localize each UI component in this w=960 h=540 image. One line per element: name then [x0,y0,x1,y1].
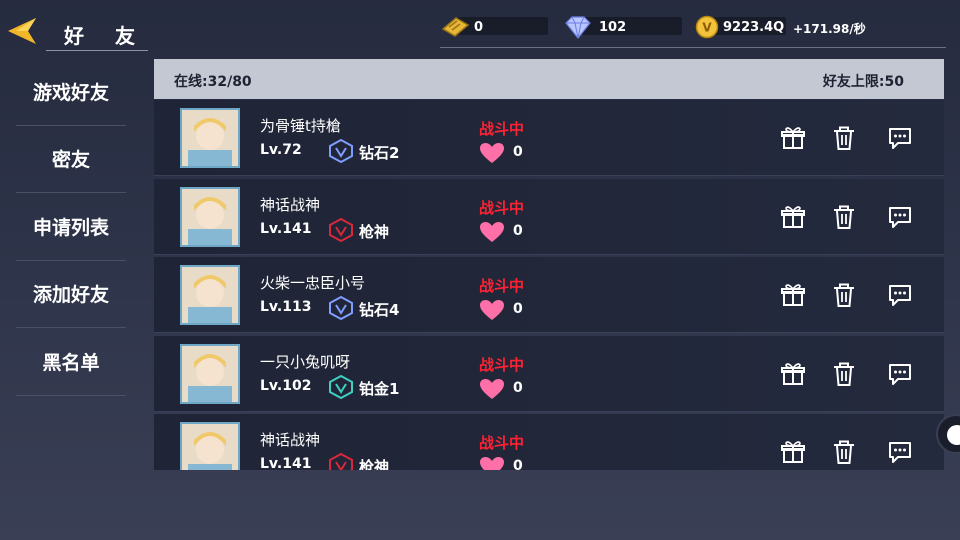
friend-name: 一只小兔叽呀 [260,352,351,371]
diamond-resource[interactable]: 102 [563,14,626,40]
chat-message-icon[interactable] [887,439,913,465]
friend-name: 火柴一忠臣小号 [260,274,366,292]
title-divider [46,50,148,51]
gold-ticket-value: 0 [474,19,484,35]
online-count: 在线:32/80 [174,74,252,90]
toggle-knob [947,425,960,445]
friend-status: 战斗中 [479,355,525,374]
gift-icon[interactable] [780,204,806,230]
gift-icon[interactable] [780,439,806,465]
heart-count: 0 [513,222,523,239]
friend-name: 神话战神 [260,431,321,449]
friend-avatar[interactable] [180,422,240,470]
chat-message-icon[interactable] [887,361,913,387]
friend-rank: 枪神 [359,458,390,470]
heart-icon [480,457,504,470]
sidebar-item-label: 游戏好友 [32,81,109,104]
heart-count: 0 [513,458,523,470]
rank-icon [329,374,353,399]
page-title: 好 友 [64,24,147,48]
gold-ticket-resource[interactable]: 0 [440,14,483,40]
friend-name: 为骨锤t持槍 [260,117,341,135]
rank-icon [329,295,353,321]
delete-trash-icon[interactable] [831,439,857,465]
friend-level: Lv.141 [260,456,312,470]
resource-divider [440,47,946,48]
gift-icon[interactable] [780,282,806,308]
friend-row[interactable]: 神话战神 Lv.141 枪神 战斗中 0 [154,178,944,255]
friend-row[interactable]: 一只小兔叽呀 Lv.102 铂金1 战斗中 0 [154,335,944,412]
delete-trash-icon[interactable] [831,361,857,387]
delete-trash-icon[interactable] [831,282,857,308]
friend-status: 战斗中 [479,434,525,452]
svg-text:V: V [702,21,712,35]
back-arrow-icon[interactable] [6,14,40,48]
friend-rank: 钻石4 [359,301,400,319]
sidebar-item-label: 黑名单 [42,351,100,374]
friend-avatar[interactable] [180,265,240,325]
top-bar: 好 友 0 102 V 9223.4Q +171.98/秒 [0,0,960,52]
friend-avatar[interactable] [180,108,240,168]
avatar-portrait-icon [182,110,238,166]
sidebar-item-close-friends[interactable]: 密友 [16,126,126,193]
gift-icon[interactable] [780,125,806,151]
sidebar-item-requests[interactable]: 申请列表 [16,193,126,261]
friend-status: 战斗中 [479,120,525,138]
avatar-portrait-icon [182,424,238,470]
avatar-portrait-icon [182,267,238,323]
rank-icon [329,217,353,242]
delete-trash-icon[interactable] [831,125,857,151]
sidebar-item-blacklist[interactable]: 黑名单 [16,328,126,396]
friend-avatar[interactable] [180,186,240,247]
friend-avatar[interactable] [180,343,240,404]
friend-level: Lv.113 [260,299,312,315]
friend-row[interactable]: 神话战神 Lv.141 枪神 战斗中 0 [154,414,944,470]
friend-status: 战斗中 [479,277,525,295]
heart-count: 0 [513,301,523,317]
friend-row[interactable]: 为骨锤t持槍 Lv.72 钻石2 战斗中 0 [154,100,944,176]
friend-rank: 钻石2 [359,144,400,162]
friend-rank: 铂金1 [359,379,400,398]
heart-count: 0 [513,379,523,396]
coin-resource[interactable]: V 9223.4Q [695,14,784,40]
friend-level: Lv.102 [260,377,312,394]
heart-icon [480,143,504,163]
diamond-icon [565,16,591,39]
friend-limit: 好友上限:50 [822,74,904,90]
heart-icon [480,300,504,320]
sidebar-item-label: 密友 [51,149,90,172]
avatar-portrait-icon [182,345,238,402]
friend-level: Lv.72 [260,142,302,158]
sidebar-item-add-friend[interactable]: 添加好友 [16,261,126,328]
friend-list-header: 在线:32/80 好友上限:50 [154,59,944,99]
avatar-portrait-icon [182,188,238,245]
coin-icon: V [695,15,719,39]
friend-list[interactable]: 为骨锤t持槍 Lv.72 钻石2 战斗中 0 神话战神 Lv.141 枪神 战斗… [154,100,944,470]
heart-count: 0 [513,144,523,160]
friend-level: Lv.141 [260,220,312,237]
delete-trash-icon[interactable] [831,204,857,230]
friend-row[interactable]: 火柴一忠臣小号 Lv.113 钻石4 战斗中 0 [154,257,944,333]
friend-rank: 枪神 [359,222,390,241]
chat-message-icon[interactable] [887,282,913,308]
chat-message-icon[interactable] [887,204,913,230]
friend-status: 战斗中 [479,198,525,217]
coin-rate: +171.98/秒 [793,22,866,36]
friend-name: 神话战神 [260,195,321,214]
gold-ticket-icon [441,17,470,37]
rank-icon [329,452,353,470]
rank-icon [329,138,353,164]
sidebar-item-label: 申请列表 [32,216,109,239]
sidebar-item-label: 添加好友 [32,284,109,307]
coin-value: 9223.4Q [723,19,785,35]
sidebar: 游戏好友 密友 申请列表 添加好友 黑名单 [16,58,126,396]
heart-icon [480,378,504,399]
heart-icon [480,221,504,242]
chat-message-icon[interactable] [887,125,913,151]
gift-icon[interactable] [780,361,806,387]
sidebar-item-game-friends[interactable]: 游戏好友 [16,58,126,126]
diamond-value: 102 [599,19,627,35]
